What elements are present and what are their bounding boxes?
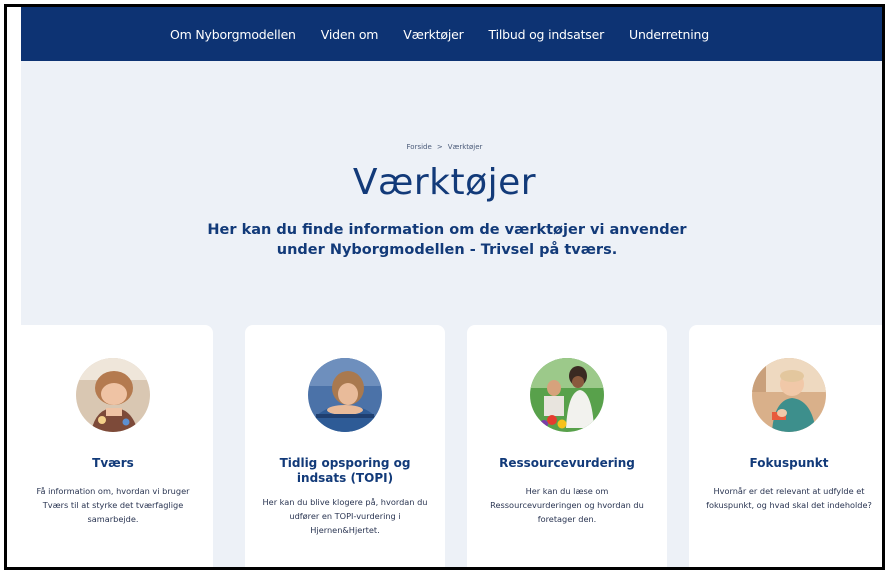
page-edge: [7, 7, 21, 567]
top-navigation: Om Nyborgmodellen Viden om Værktøjer Til…: [7, 7, 882, 61]
tool-card-fokuspunkt[interactable]: Fokuspunkt Hvornår er det relevant at ud…: [689, 325, 882, 567]
card-description: Her kan du blive klogere på, hvordan du …: [262, 497, 428, 535]
card-title: Ressourcevurdering: [499, 456, 635, 470]
breadcrumb-separator: >: [436, 143, 443, 151]
girl-resting-photo: [308, 358, 382, 432]
card-description: Hvornår er det relevant at udfylde et fo…: [706, 486, 872, 510]
breadcrumb-current: Værktøjer: [447, 143, 483, 151]
page-title: Værktøjer: [352, 162, 537, 203]
tool-card-topi[interactable]: Tidlig opsporing og indsats (TOPI) Her k…: [245, 325, 445, 567]
toddler-with-toy-photo: [752, 358, 826, 432]
card-description: Få information om, hvordan vi bruger Tvæ…: [36, 486, 190, 524]
nav-item-viden-om[interactable]: Viden om: [321, 27, 379, 42]
card-description: Her kan du læse om Ressourcevurderingen …: [490, 486, 644, 524]
child-playing-photo: [76, 358, 150, 432]
intro-text: Her kan du finde information om de værkt…: [207, 222, 687, 258]
card-title: Fokuspunkt: [749, 456, 829, 470]
browser-frame: Om Nyborgmodellen Viden om Værktøjer Til…: [4, 4, 885, 570]
breadcrumb: Forside > Værktøjer: [7, 143, 882, 151]
tool-card-ressourcevurdering[interactable]: Ressourcevurdering Her kan du læse om Re…: [467, 325, 667, 567]
nav-item-underretning[interactable]: Underretning: [629, 27, 709, 42]
breadcrumb-home-link[interactable]: Forside: [407, 143, 432, 151]
card-title: Tidlig opsporing og indsats (TOPI): [279, 456, 411, 485]
children-with-vegetables-photo: [530, 358, 604, 432]
card-title: Tværs: [92, 456, 134, 470]
nav-item-tilbud-og-indsatser[interactable]: Tilbud og indsatser: [489, 27, 605, 42]
nav-item-vaerktoejer[interactable]: Værktøjer: [403, 27, 463, 42]
nav-item-om-nyborgmodellen[interactable]: Om Nyborgmodellen: [170, 27, 296, 42]
tool-card-tvaers[interactable]: Tværs Få information om, hvordan vi brug…: [13, 325, 213, 567]
